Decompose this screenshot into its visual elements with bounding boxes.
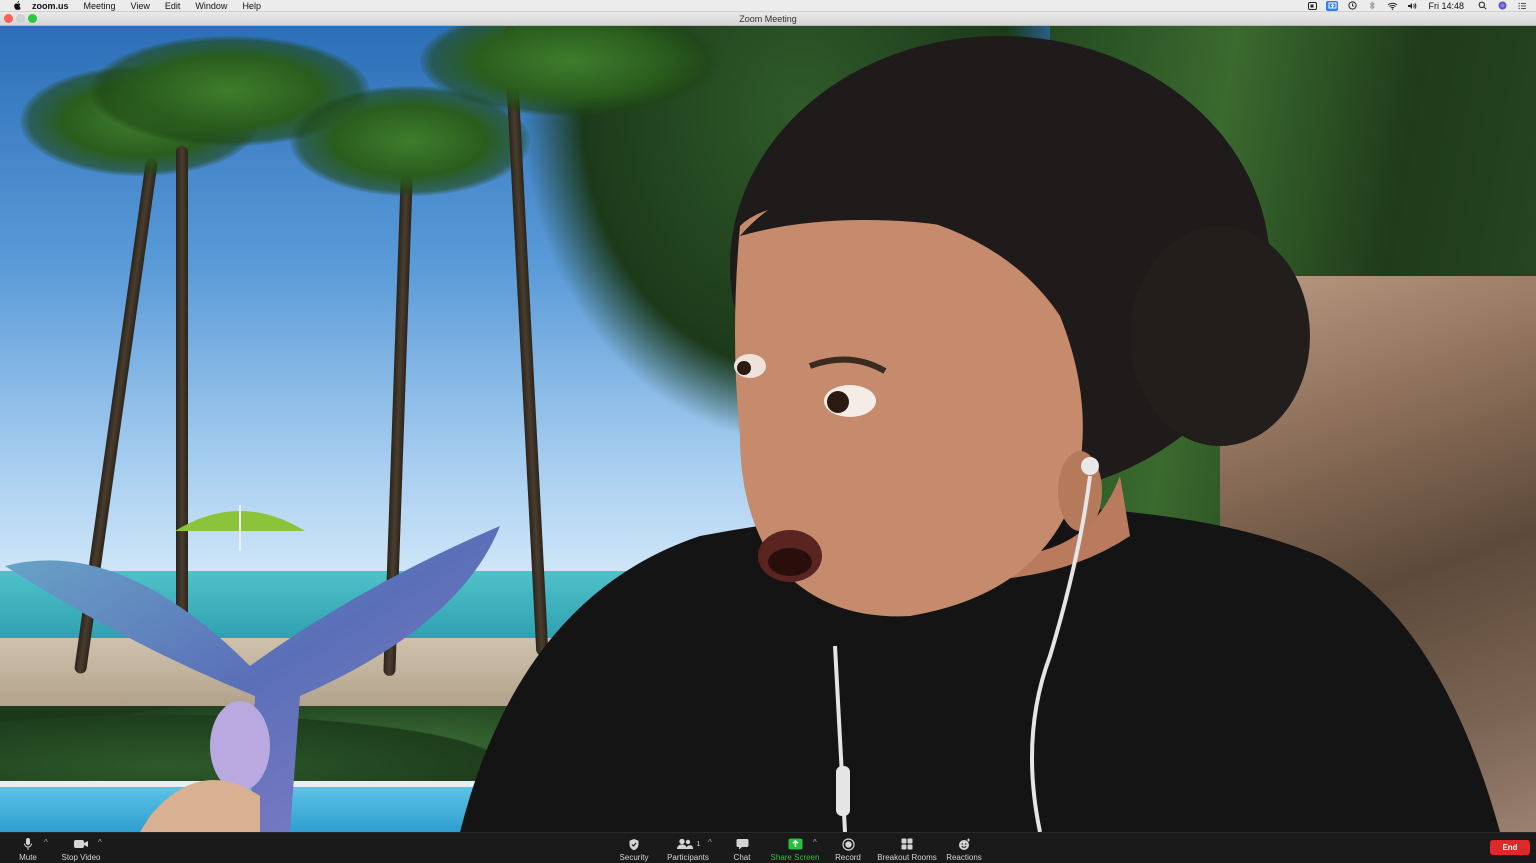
share-screen-arrow-icon [788,835,803,853]
notification-center-icon[interactable] [1516,1,1528,11]
participants-button[interactable]: 1 Participants [664,833,712,863]
participants-options-chevron-icon[interactable]: ^ [708,839,712,847]
menu-window[interactable]: Window [195,0,227,12]
breakout-rooms-button[interactable]: Breakout Rooms [876,833,938,863]
video-camera-icon [73,835,89,853]
meeting-toolbar: Mute ^ Stop Video ^ Security 1 Participa… [0,832,1536,863]
end-meeting-button[interactable]: End [1490,840,1530,855]
video-feed[interactable] [0,26,1536,832]
audio-options-chevron-icon[interactable]: ^ [44,839,48,847]
chat-button[interactable]: Chat [728,833,756,863]
macos-menu-bar: zoom.us Meeting View Edit Window Help Fr… [0,0,1536,12]
participants-label: Participants [667,853,709,862]
record-button[interactable]: Record [832,833,864,863]
video-options-chevron-icon[interactable]: ^ [98,839,102,847]
breakout-rooms-grid-icon [901,835,913,853]
reactions-button[interactable]: Reactions [946,833,982,863]
zoom-status-icon[interactable] [1306,1,1318,11]
share-screen-label: Share Screen [770,853,820,862]
menu-app-name[interactable]: zoom.us [32,0,69,12]
siri-icon[interactable] [1496,1,1508,11]
bluetooth-icon[interactable] [1366,1,1378,11]
participant-video [460,36,1500,832]
microphone-icon [23,835,33,853]
minimize-window-button[interactable] [16,14,25,23]
menu-help[interactable]: Help [242,0,261,12]
screen-share-status-icon[interactable] [1326,0,1339,11]
participants-icon: 1 [676,835,701,853]
shield-icon [628,835,640,853]
menu-meeting[interactable]: Meeting [84,0,116,12]
zoom-window-button[interactable] [28,14,37,23]
participants-count: 1 [696,840,701,848]
security-button[interactable]: Security [614,833,654,863]
record-label: Record [835,853,861,862]
reactions-label: Reactions [946,853,982,862]
time-machine-icon[interactable] [1346,1,1358,11]
window-title: Zoom Meeting [739,13,797,24]
record-circle-icon [841,835,855,853]
window-controls [4,14,40,23]
menubar-status-area: Fri 14:48 [1298,0,1536,12]
menubar-clock[interactable]: Fri 14:48 [1428,0,1464,12]
apple-logo-icon[interactable] [12,1,22,11]
spotlight-search-icon[interactable] [1476,1,1488,11]
security-label: Security [619,853,649,862]
menu-edit[interactable]: Edit [165,0,181,12]
breakout-rooms-label: Breakout Rooms [877,853,937,862]
volume-icon[interactable] [1406,1,1418,11]
reactions-emoji-icon [958,835,971,853]
mute-button[interactable]: Mute [12,833,44,863]
stop-video-label: Stop Video [61,853,101,862]
chat-bubble-icon [736,835,749,853]
mute-label: Mute [19,853,37,862]
menu-view[interactable]: View [131,0,150,12]
close-window-button[interactable] [4,14,13,23]
window-title-bar: Zoom Meeting [0,12,1536,26]
wifi-icon[interactable] [1386,1,1398,11]
share-options-chevron-icon[interactable]: ^ [813,839,817,847]
chat-label: Chat [733,853,751,862]
